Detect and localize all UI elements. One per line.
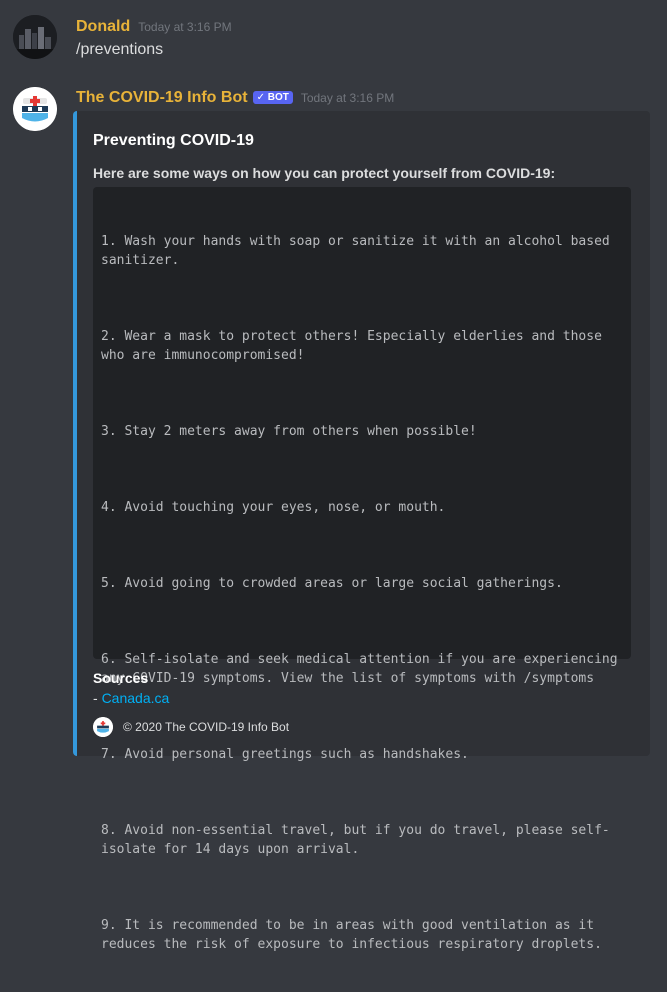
username[interactable]: Donald bbox=[76, 18, 130, 36]
embed: Preventing COVID-19 Here are some ways o… bbox=[73, 111, 650, 952]
message-timestamp: Today at 3:16 PM bbox=[138, 20, 232, 34]
city-skyline-icon bbox=[13, 15, 57, 59]
message-text: /preventions bbox=[76, 41, 164, 58]
list-item: 3. Stay 2 meters away from others when p… bbox=[101, 424, 477, 439]
bot-message-timestamp: Today at 3:16 PM bbox=[300, 91, 395, 105]
list-item: 7. Avoid personal greetings such as hand… bbox=[101, 747, 469, 762]
embed-field-value: - Canada.ca bbox=[93, 690, 169, 706]
list-item: 5. Avoid going to crowded areas or large… bbox=[101, 576, 563, 591]
embed-footer: © 2020 The COVID-19 Info Bot bbox=[93, 717, 289, 737]
medical-mask-bot-icon bbox=[93, 717, 113, 737]
code-block: 1. Wash your hands with soap or sanitize… bbox=[93, 187, 631, 952]
embed-description: Here are some ways on how you can protec… bbox=[93, 165, 556, 181]
medical-mask-bot-icon bbox=[13, 87, 57, 131]
list-item: 6. Self-isolate and seek medical attenti… bbox=[101, 652, 626, 686]
list-item: 1. Wash your hands with soap or sanitize… bbox=[101, 234, 618, 268]
footer-text: © 2020 The COVID-19 Info Bot bbox=[123, 720, 290, 734]
list-item: 9. It is recommended to be in areas with… bbox=[101, 918, 602, 952]
bot-avatar[interactable] bbox=[13, 87, 57, 131]
user-avatar[interactable] bbox=[13, 15, 57, 59]
bot-username[interactable]: The COVID-19 Info Bot bbox=[76, 89, 248, 107]
embed-field-name: Sources bbox=[93, 670, 149, 686]
footer-bot-icon bbox=[93, 717, 113, 737]
list-item: 2. Wear a mask to protect others! Especi… bbox=[101, 329, 610, 363]
list-item: 4. Avoid touching your eyes, nose, or mo… bbox=[101, 500, 446, 515]
source-link[interactable]: Canada.ca bbox=[102, 690, 170, 706]
embed-title: Preventing COVID-19 bbox=[93, 132, 254, 149]
field-prefix: - bbox=[93, 690, 102, 706]
bot-badge: ✓ BOT bbox=[252, 91, 293, 104]
list-item: 8. Avoid non-essential travel, but if yo… bbox=[101, 823, 610, 857]
